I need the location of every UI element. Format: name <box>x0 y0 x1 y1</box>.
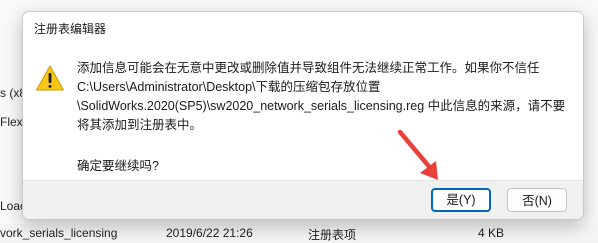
dialog-footer: 是(Y) 否(N) <box>23 180 583 219</box>
message-line: 添加信息可能会在无意中更改或删除值并导致组件无法继续正常工作。如果你不信任 <box>77 61 540 75</box>
dialog-title: 注册表编辑器 <box>34 22 107 36</box>
warning-icon <box>36 65 64 91</box>
red-arrow-annotation <box>397 130 438 180</box>
file-type: 注册表项 <box>308 228 357 242</box>
message-line: C:\Users\Administrator\Desktop\下载的压缩包存放位… <box>77 80 381 94</box>
message-line: \SolidWorks.2020(SP5)\sw2020_network_ser… <box>77 99 566 113</box>
dialog-content: 添加信息可能会在无意中更改或删除值并导致组件无法继续正常工作。如果你不信任 C:… <box>23 42 583 180</box>
file-date: 2019/6/22 21:26 <box>166 226 253 240</box>
registry-editor-dialog: 注册表编辑器 添加信息可能会在无意中更改或删除值并导致组件无法继续正常工作。如果… <box>22 11 584 220</box>
dialog-titlebar[interactable]: 注册表编辑器 <box>23 12 583 42</box>
file-list-row[interactable]: vork_serials_licensing 2019/6/22 21:26 注… <box>0 224 598 242</box>
file-size: 4 KB <box>478 226 505 240</box>
message-line: 将其添加到注册表中。 <box>77 118 203 132</box>
confirm-question: 确定要继续吗? <box>77 159 159 173</box>
file-name: vork_serials_licensing <box>0 226 118 240</box>
warning-message: 添加信息可能会在无意中更改或删除值并导致组件无法继续正常工作。如果你不信任 C:… <box>77 59 572 135</box>
no-button[interactable]: 否(N) <box>507 188 567 212</box>
yes-button[interactable]: 是(Y) <box>431 188 491 212</box>
